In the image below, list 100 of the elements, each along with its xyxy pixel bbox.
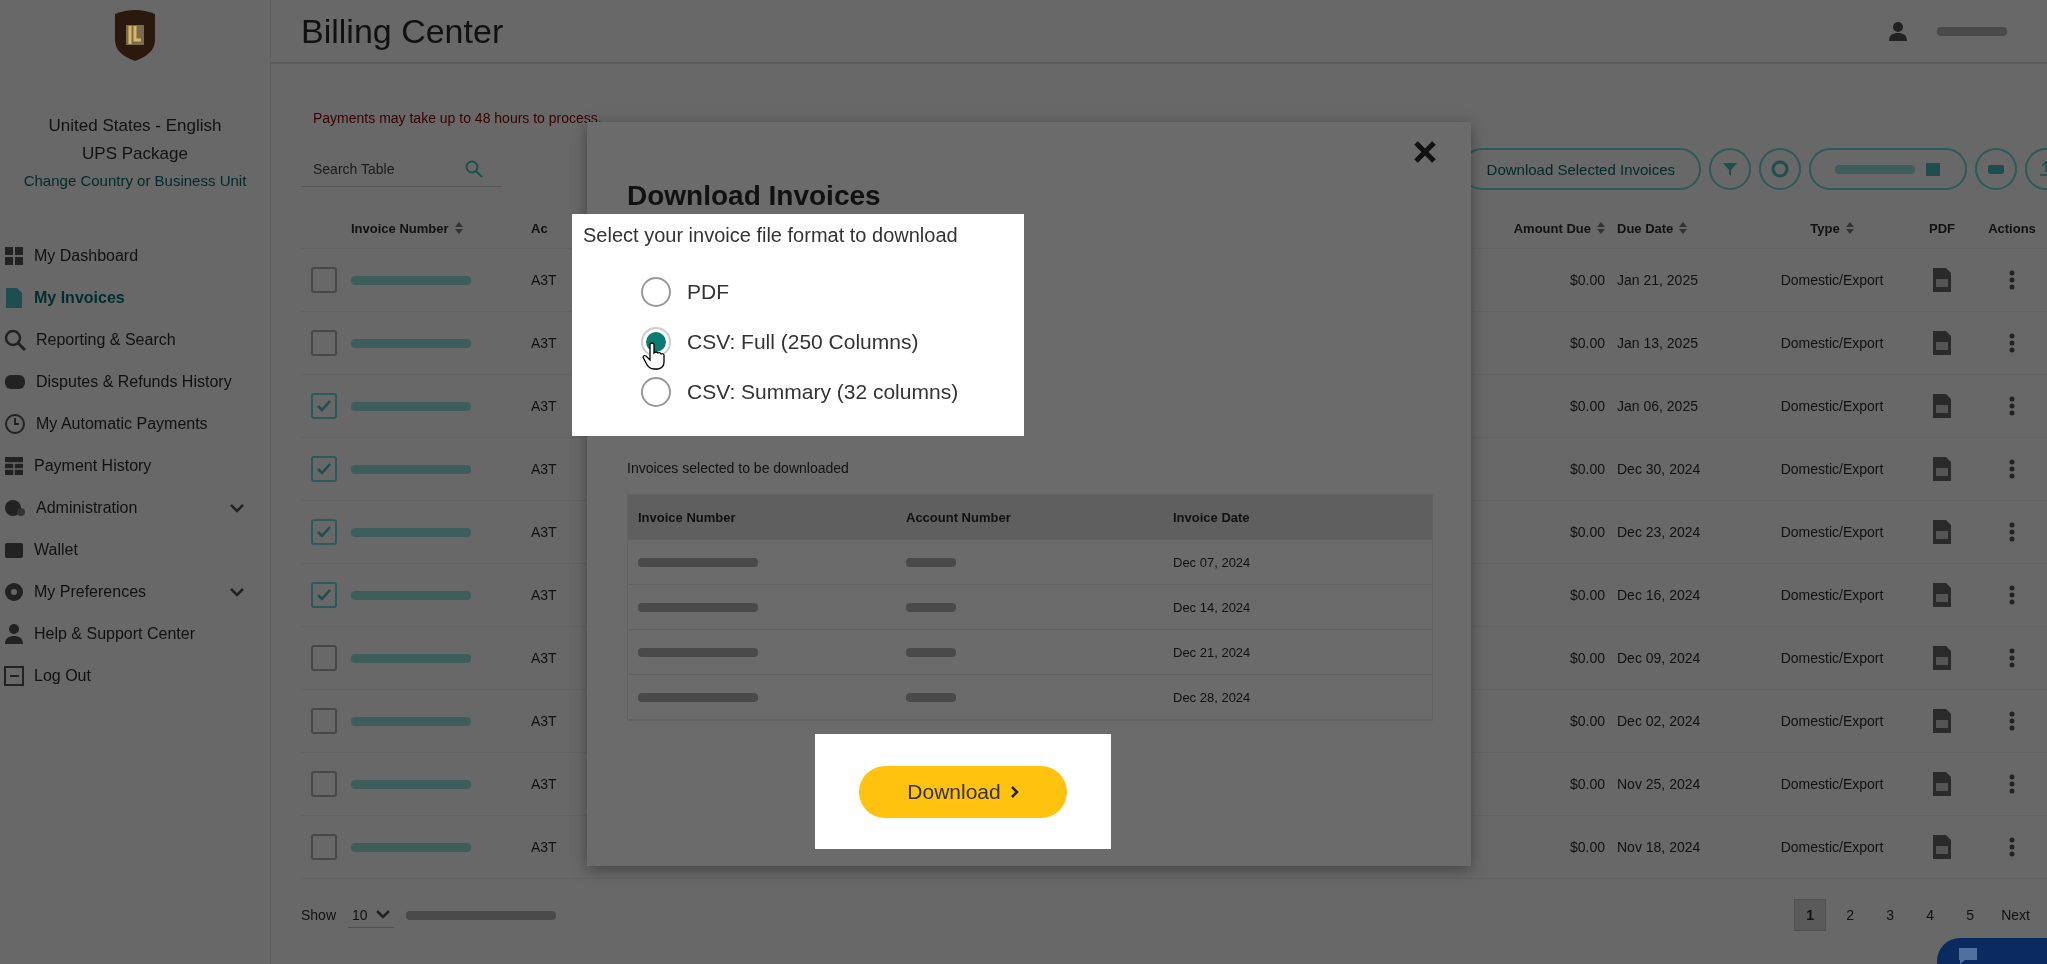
pdf-icon[interactable] (1931, 393, 1953, 419)
column-header[interactable]: Type (1810, 220, 1840, 236)
sidebar-item[interactable]: Disputes & Refunds History (0, 361, 244, 403)
format-option-label[interactable]: CSV: Summary (32 columns) (687, 380, 959, 404)
row-checkbox[interactable] (311, 330, 337, 356)
blurred-invoice-link[interactable] (351, 590, 471, 600)
sidebar-item[interactable]: Administration (0, 487, 244, 529)
blurred-invoice-link[interactable] (351, 842, 471, 852)
settings-button[interactable] (1759, 148, 1801, 190)
logout-icon (4, 666, 24, 686)
sidebar-label: Payment History (34, 457, 153, 475)
hand-cursor-icon (642, 342, 666, 370)
more-icon[interactable] (2009, 333, 2015, 353)
more-icon[interactable] (2009, 270, 2015, 290)
user-icon[interactable] (1889, 21, 1907, 41)
table-cell: $0.00 (1569, 272, 1605, 288)
page-button[interactable]: 1 (1794, 899, 1827, 931)
pdf-icon[interactable] (1931, 519, 1953, 545)
page-button[interactable]: 2 (1834, 899, 1867, 931)
sort-icon[interactable] (1597, 222, 1605, 234)
more-icon[interactable] (2009, 711, 2015, 731)
more-icon[interactable] (2009, 396, 2015, 416)
more-icon[interactable] (2009, 648, 2015, 668)
row-checkbox[interactable] (311, 582, 337, 608)
pdf-icon[interactable] (1931, 771, 1953, 797)
sidebar-item[interactable]: My Invoices (0, 277, 244, 319)
page-button[interactable]: 5 (1954, 899, 1987, 931)
print-button[interactable] (1975, 148, 2017, 190)
pdf-icon[interactable] (1931, 267, 1953, 293)
filter-button[interactable] (1709, 148, 1751, 190)
table-cell: Dec 30, 2024 (1617, 461, 1701, 477)
sidebar-item[interactable]: Wallet (0, 529, 244, 571)
page-title: Billing Center (301, 11, 504, 51)
column-header[interactable]: Amount Due (1513, 220, 1591, 236)
blurred-invoice-link[interactable] (351, 527, 471, 537)
more-icon[interactable] (2009, 522, 2015, 542)
column-header[interactable]: Invoice Number (351, 220, 449, 236)
row-checkbox[interactable] (311, 393, 337, 419)
sidebar-item[interactable]: Payment History (0, 445, 244, 487)
page-button[interactable]: Next (1994, 899, 2037, 931)
column-header[interactable]: Ac (531, 220, 548, 236)
sidebar-label: Reporting & Search (36, 331, 177, 349)
sidebar-label: Administration (36, 499, 139, 517)
radio-button[interactable] (641, 277, 671, 307)
pdf-icon[interactable] (1931, 456, 1953, 482)
pdf-icon[interactable] (1931, 330, 1953, 356)
table-cell: A3T (531, 272, 557, 288)
selection-caption: Invoices selected to be downloaded (627, 460, 850, 476)
blurred-invoice-link[interactable] (351, 716, 471, 726)
sidebar-item[interactable]: My Dashboard (0, 235, 244, 277)
column-header: PDF (1929, 220, 1955, 236)
blurred-invoice-link[interactable] (351, 338, 471, 348)
pdf-icon[interactable] (1931, 582, 1953, 608)
row-checkbox[interactable] (311, 267, 337, 293)
radio-button[interactable] (641, 377, 671, 407)
pdf-icon[interactable] (1931, 834, 1953, 860)
row-checkbox[interactable] (311, 519, 337, 545)
search-icon (4, 329, 26, 351)
sidebar-item[interactable]: My Preferences (0, 571, 244, 613)
blurred-invoice-link[interactable] (351, 653, 471, 663)
download-button[interactable]: Download (859, 765, 1067, 818)
search-field[interactable]: Search Table (311, 159, 435, 178)
table-cell-text: Dec 14, 2024 (1173, 599, 1252, 615)
row-checkbox[interactable] (311, 708, 337, 734)
table-cell: $0.00 (1569, 776, 1605, 792)
blurred-invoice-link[interactable] (351, 275, 471, 285)
blurred-invoice-link[interactable] (351, 464, 471, 474)
column-header[interactable]: Due Date (1617, 220, 1674, 236)
row-checkbox[interactable] (311, 771, 337, 797)
row-checkbox[interactable] (311, 456, 337, 482)
table-cell: Domestic/Export (1780, 713, 1884, 729)
blurred-invoice-link[interactable] (351, 401, 471, 411)
pdf-icon[interactable] (1931, 708, 1953, 734)
sort-icon[interactable] (454, 222, 463, 234)
more-icon[interactable] (2009, 774, 2015, 794)
table-cell: Dec 16, 2024 (1617, 587, 1701, 603)
sort-icon[interactable] (1845, 222, 1854, 234)
table-cell: Domestic/Export (1780, 398, 1884, 414)
more-icon[interactable] (2009, 585, 2015, 605)
pdf-icon[interactable] (1931, 645, 1953, 671)
table-cell: A3T (531, 839, 557, 855)
format-option-label[interactable]: CSV: Full (250 Columns) (687, 330, 919, 354)
more-icon[interactable] (2009, 459, 2015, 479)
blurred-invoice-link[interactable] (351, 779, 471, 789)
sidebar-item[interactable]: Help & Support Center (0, 613, 244, 655)
date-range-button[interactable] (1809, 148, 1967, 190)
sort-icon[interactable] (1679, 222, 1688, 234)
row-checkbox[interactable] (311, 834, 337, 860)
sidebar-item[interactable]: Reporting & Search (0, 319, 244, 361)
shield-logo (113, 10, 157, 62)
sidebar-item[interactable]: My Automatic Payments (0, 403, 244, 445)
page-size-select[interactable]: 10 (348, 902, 394, 928)
sidebar-label: My Preferences (34, 583, 148, 601)
sidebar-item[interactable]: Log Out (0, 655, 244, 697)
change-country-link[interactable]: Change Country or Business Unit (23, 172, 247, 189)
row-checkbox[interactable] (311, 645, 337, 671)
page-button[interactable]: 3 (1874, 899, 1907, 931)
format-option-label[interactable]: PDF (687, 280, 729, 304)
page-button[interactable]: 4 (1914, 899, 1947, 931)
more-icon[interactable] (2009, 837, 2015, 857)
